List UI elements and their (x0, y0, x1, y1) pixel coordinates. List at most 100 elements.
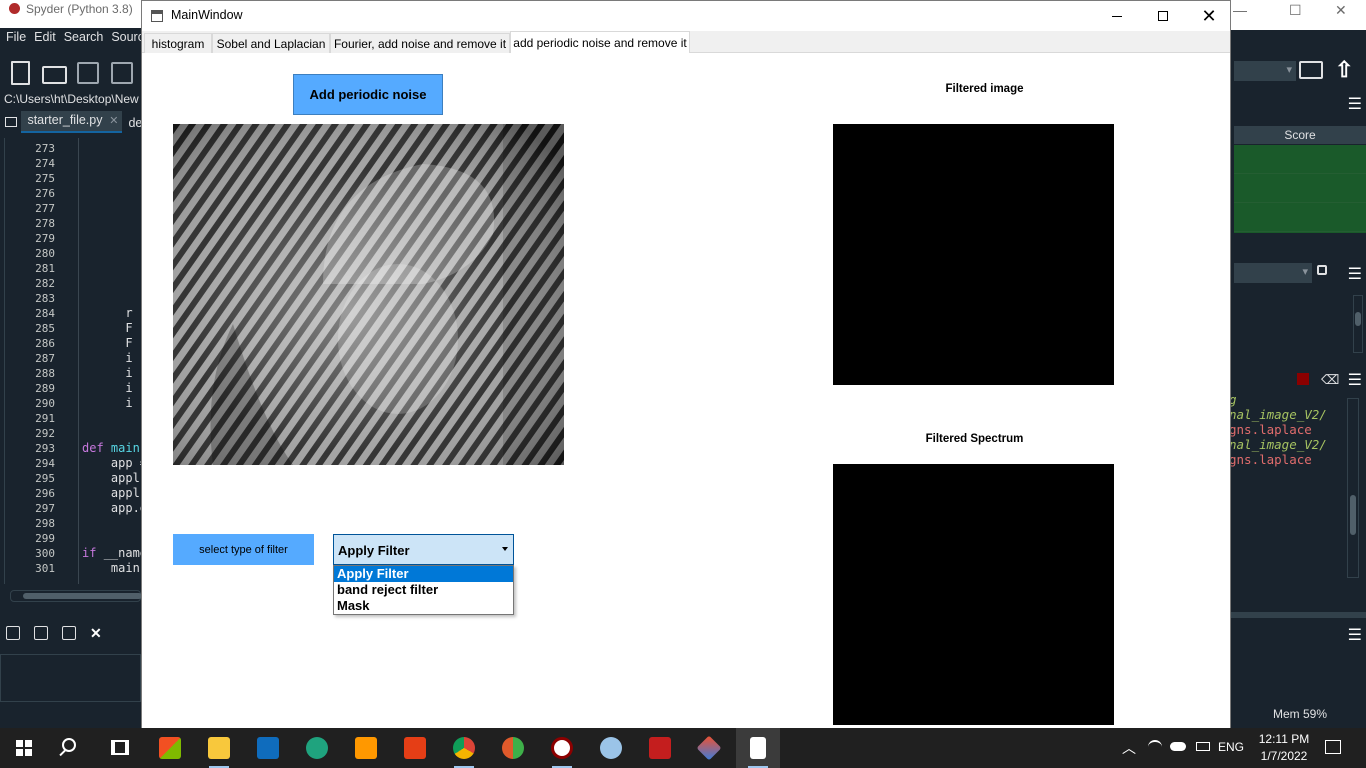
edge-line (78, 138, 79, 584)
line-number: 282 (35, 277, 55, 290)
options-menu-icon[interactable]: ☰ (1348, 625, 1362, 645)
browse-tabs-icon[interactable] (0, 111, 21, 133)
code-line: r (82, 306, 133, 320)
code-line: def main (82, 441, 140, 455)
score-column-header[interactable]: Score (1234, 126, 1366, 144)
console-line: gns.laplace (1229, 452, 1312, 467)
maximize-button[interactable] (1140, 1, 1186, 31)
parent-directory-icon[interactable]: ⇧ (1335, 57, 1353, 83)
paste-icon[interactable] (62, 626, 76, 640)
tab-periodic-noise[interactable]: add periodic noise and remove it (510, 31, 690, 53)
save-icon[interactable] (74, 59, 99, 84)
show-hidden-icons-icon[interactable]: ︿ (1122, 738, 1136, 758)
line-number: 276 (35, 187, 55, 200)
sublime-text-icon[interactable] (344, 728, 388, 768)
code-line: main (82, 561, 140, 575)
stop-icon[interactable] (1297, 373, 1309, 385)
menu-search[interactable]: Search (64, 30, 104, 48)
explorer-scrollbar[interactable] (1353, 295, 1363, 353)
start-icon[interactable] (16, 740, 32, 756)
edge-icon[interactable] (295, 728, 339, 768)
editor-tab-starter-file[interactable]: starter_file.py ✕ (21, 111, 123, 133)
variable-filter-combo[interactable] (1234, 263, 1312, 283)
editor-tab-other[interactable]: de (122, 114, 141, 130)
open-folder-icon[interactable] (40, 59, 67, 84)
dropdown-option-band-reject[interactable]: band reject filter (334, 582, 513, 598)
spyder-minimize-icon[interactable]: — (1233, 2, 1247, 18)
browse-folder-icon[interactable] (1299, 61, 1323, 79)
dropdown-option-mask[interactable]: Mask (334, 598, 513, 614)
line-number: 299 (35, 532, 55, 545)
menu-edit[interactable]: Edit (34, 30, 56, 48)
minimize-button[interactable] (1094, 1, 1140, 31)
clock[interactable]: 12:11 PM 1/7/2022 (1258, 731, 1310, 765)
dropdown-option-apply-filter[interactable]: Apply Filter (334, 566, 513, 582)
language-indicator[interactable]: ENG (1218, 740, 1244, 754)
line-number: 281 (35, 262, 55, 275)
code-editor[interactable]: 273 274 275 276 277 278 279 280 281 282 283 284 285 2… (4, 138, 142, 584)
app-red-icon[interactable] (638, 728, 682, 768)
options-menu-icon[interactable]: ☰ (1348, 264, 1362, 284)
options-menu-icon[interactable]: ☰ (1348, 94, 1362, 114)
spyder-icon[interactable] (540, 728, 584, 768)
git-icon[interactable] (687, 728, 731, 768)
window-title: MainWindow (171, 8, 243, 22)
line-number: 301 (35, 562, 55, 575)
lock-icon[interactable] (1317, 265, 1327, 275)
notification-center-icon[interactable] (1325, 740, 1341, 754)
add-periodic-noise-button[interactable]: Add periodic noise (293, 74, 443, 115)
clear-console-icon[interactable]: ⌫ (1321, 372, 1339, 388)
code-line: app.e (82, 501, 142, 515)
save-console-icon[interactable] (6, 626, 20, 640)
anaconda-icon[interactable] (491, 728, 535, 768)
office-icon[interactable] (393, 728, 437, 768)
pane-splitter[interactable] (1229, 612, 1366, 618)
onedrive-icon[interactable] (1170, 742, 1186, 751)
chrome-icon[interactable] (442, 728, 486, 768)
save-all-icon[interactable] (108, 59, 133, 84)
filtered-spectrum (833, 464, 1114, 725)
editor-horizontal-scrollbar[interactable] (10, 590, 142, 602)
spyder-maximize-icon[interactable]: ☐ (1289, 2, 1302, 19)
directory-combo[interactable] (1234, 61, 1296, 81)
notepad-icon[interactable] (736, 728, 780, 768)
microsoft-store-icon[interactable] (148, 728, 192, 768)
close-button[interactable]: ✕ (1186, 1, 1232, 31)
spyder-toolbar (0, 55, 141, 89)
close-console-icon[interactable]: ✕ (90, 626, 102, 648)
tab-histogram[interactable]: histogram (144, 33, 212, 53)
file-explorer-icon[interactable] (197, 728, 241, 768)
line-number: 286 (35, 337, 55, 350)
close-icon: ✕ (1201, 6, 1217, 26)
console-scrollbar[interactable] (1347, 398, 1359, 578)
line-number: 298 (35, 517, 55, 530)
spyder-close-icon[interactable]: ✕ (1335, 2, 1347, 19)
battery-icon[interactable] (1196, 742, 1210, 751)
task-view-icon[interactable] (111, 740, 129, 755)
close-tab-icon[interactable]: ✕ (109, 114, 118, 127)
line-number: 284 (35, 307, 55, 320)
tab-fourier-noise[interactable]: Fourier, add noise and remove it (330, 33, 510, 53)
paint-icon[interactable] (589, 728, 633, 768)
options-menu-icon[interactable]: ☰ (1348, 370, 1362, 390)
line-number: 288 (35, 367, 55, 380)
filter-type-combobox[interactable]: Apply Filter (333, 534, 514, 565)
menu-file[interactable]: File (6, 30, 26, 48)
line-number: 297 (35, 502, 55, 515)
code-text[interactable]: r F F i i i i def main app = appl appl ap… (82, 141, 142, 576)
window-titlebar[interactable]: MainWindow ✕ (142, 1, 1230, 31)
mail-icon[interactable] (246, 728, 290, 768)
new-file-icon[interactable] (6, 59, 30, 85)
code-line: appl (82, 486, 140, 500)
line-number: 293 (35, 442, 55, 455)
menu-source[interactable]: Source (111, 30, 141, 48)
tab-sobel-laplacian[interactable]: Sobel and Laplacian (212, 33, 330, 53)
copy-icon[interactable] (34, 626, 48, 640)
search-icon[interactable] (62, 738, 76, 752)
code-line: i (82, 351, 133, 365)
editor-tabbar: starter_file.py ✕ de (0, 110, 141, 134)
network-icon[interactable] (1148, 740, 1162, 754)
